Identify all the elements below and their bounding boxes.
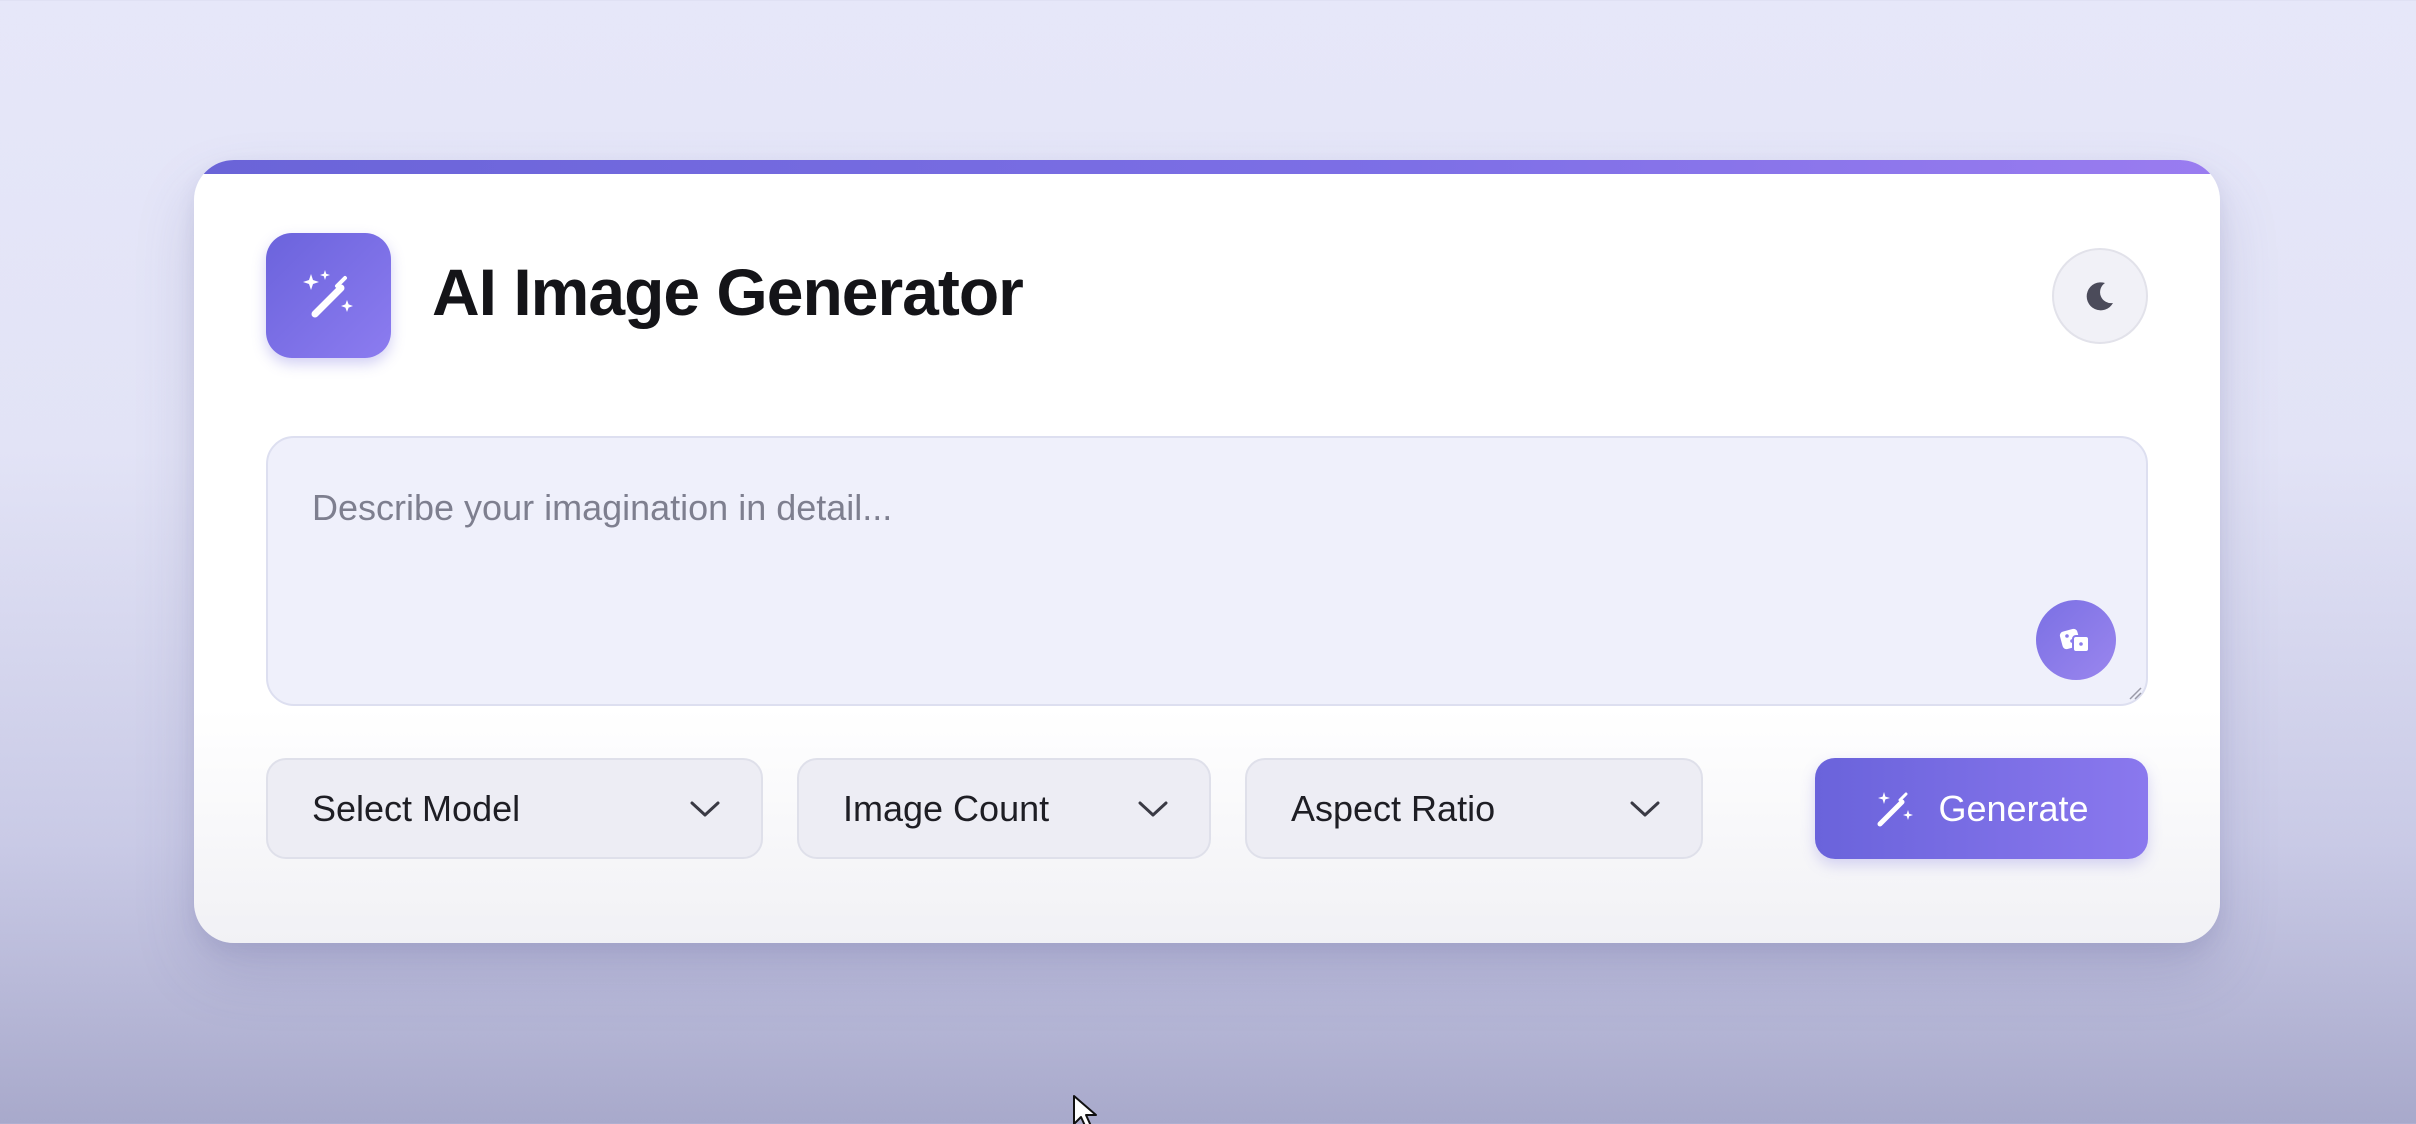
- model-select-label: Select Model: [312, 787, 521, 829]
- prompt-container: [266, 436, 2148, 706]
- random-prompt-button[interactable]: [2036, 600, 2116, 680]
- aspect-ratio-select[interactable]: Aspect Ratio: [1245, 758, 1703, 859]
- chevron-down-icon: [1138, 801, 1168, 816]
- dice-icon: [2059, 628, 2090, 653]
- image-count-select-label: Image Count: [843, 787, 1050, 829]
- moon-icon: [2086, 282, 2113, 311]
- generate-button[interactable]: Generate: [1815, 758, 2148, 859]
- magic-wand-icon: [1877, 791, 1914, 826]
- chevron-down-icon: [1630, 801, 1660, 816]
- generate-button-label: Generate: [1938, 787, 2089, 829]
- magic-wand-sparkles-icon: [266, 233, 391, 358]
- app-title: AI Image Generator: [432, 255, 1024, 329]
- generator-card: AI Image Generator Select Model Ima: [194, 160, 2220, 943]
- prompt-input[interactable]: [312, 478, 2012, 538]
- card-accent-bar: [194, 160, 2220, 174]
- model-select[interactable]: Select Model: [266, 758, 763, 859]
- resize-grip-icon[interactable]: [2128, 686, 2142, 700]
- aspect-ratio-select-label: Aspect Ratio: [1291, 787, 1496, 829]
- theme-toggle-button[interactable]: [2052, 248, 2148, 344]
- image-count-select[interactable]: Image Count: [797, 758, 1211, 859]
- chevron-down-icon: [690, 801, 720, 816]
- mouse-cursor-icon: [1073, 1095, 1097, 1124]
